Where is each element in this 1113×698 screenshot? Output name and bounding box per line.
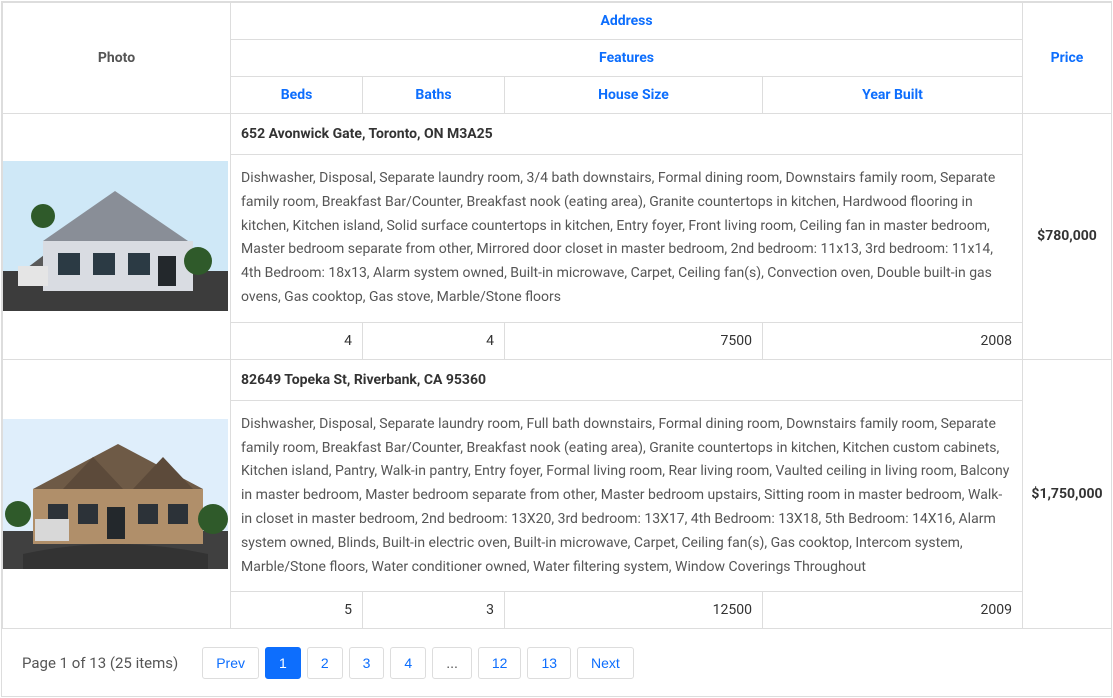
header-baths[interactable]: Baths <box>363 77 505 114</box>
pager-page-button[interactable]: 3 <box>349 647 385 679</box>
header-photo: Photo <box>3 3 231 114</box>
header-address-label[interactable]: Address <box>600 13 652 29</box>
address-cell: 652 Avonwick Gate, Toronto, ON M3A25 <box>231 114 1023 155</box>
pager-ellipsis: ... <box>432 647 472 679</box>
features-cell: Dishwasher, Disposal, Separate laundry r… <box>231 155 1023 323</box>
header-size-label[interactable]: House Size <box>598 87 669 103</box>
header-year-label[interactable]: Year Built <box>862 87 923 103</box>
header-address[interactable]: Address <box>231 3 1023 40</box>
beds-cell: 5 <box>231 592 363 629</box>
pager-next-button[interactable]: Next <box>577 647 634 679</box>
table-row: 652 Avonwick Gate, Toronto, ON M3A25 $78… <box>3 114 1112 155</box>
header-beds[interactable]: Beds <box>231 77 363 114</box>
pager-bar: Page 1 of 13 (25 items) Prev 1 2 3 4 ...… <box>2 629 1111 696</box>
header-price-label[interactable]: Price <box>1051 50 1084 66</box>
features-cell: Dishwasher, Disposal, Separate laundry r… <box>231 400 1023 592</box>
header-beds-label[interactable]: Beds <box>281 87 313 103</box>
year-cell: 2008 <box>763 322 1023 359</box>
price-cell: $1,750,000 <box>1023 359 1112 629</box>
header-price[interactable]: Price <box>1023 3 1112 114</box>
pager-prev-button[interactable]: Prev <box>202 647 259 679</box>
baths-cell: 3 <box>363 592 505 629</box>
price-cell: $780,000 <box>1023 114 1112 360</box>
header-features[interactable]: Features <box>231 40 1023 77</box>
header-photo-label: Photo <box>98 50 135 66</box>
house-photo-icon <box>3 419 228 569</box>
size-cell: 7500 <box>505 322 763 359</box>
table-body: 652 Avonwick Gate, Toronto, ON M3A25 $78… <box>3 114 1112 629</box>
pager: Prev 1 2 3 4 ... 12 13 Next <box>202 647 634 679</box>
data-grid: Photo Address Price Features Beds Baths … <box>1 1 1112 697</box>
table-header: Photo Address Price Features Beds Baths … <box>3 3 1112 114</box>
header-size[interactable]: House Size <box>505 77 763 114</box>
address-cell: 82649 Topeka St, Riverbank, CA 95360 <box>231 359 1023 400</box>
header-baths-label[interactable]: Baths <box>415 87 451 103</box>
pager-page-button[interactable]: 13 <box>527 647 571 679</box>
photo-cell <box>3 114 231 360</box>
header-features-label[interactable]: Features <box>599 50 654 66</box>
pager-info: Page 1 of 13 (25 items) <box>22 654 178 672</box>
year-cell: 2009 <box>763 592 1023 629</box>
baths-cell: 4 <box>363 322 505 359</box>
pager-page-button[interactable]: 1 <box>265 647 301 679</box>
pager-page-button[interactable]: 4 <box>390 647 426 679</box>
beds-cell: 4 <box>231 322 363 359</box>
pager-page-button[interactable]: 2 <box>307 647 343 679</box>
table-row: 82649 Topeka St, Riverbank, CA 95360 $1,… <box>3 359 1112 400</box>
pager-page-button[interactable]: 12 <box>478 647 522 679</box>
listings-table: Photo Address Price Features Beds Baths … <box>2 2 1112 629</box>
size-cell: 12500 <box>505 592 763 629</box>
photo-cell <box>3 359 231 629</box>
house-photo-icon <box>3 161 228 311</box>
header-year[interactable]: Year Built <box>763 77 1023 114</box>
